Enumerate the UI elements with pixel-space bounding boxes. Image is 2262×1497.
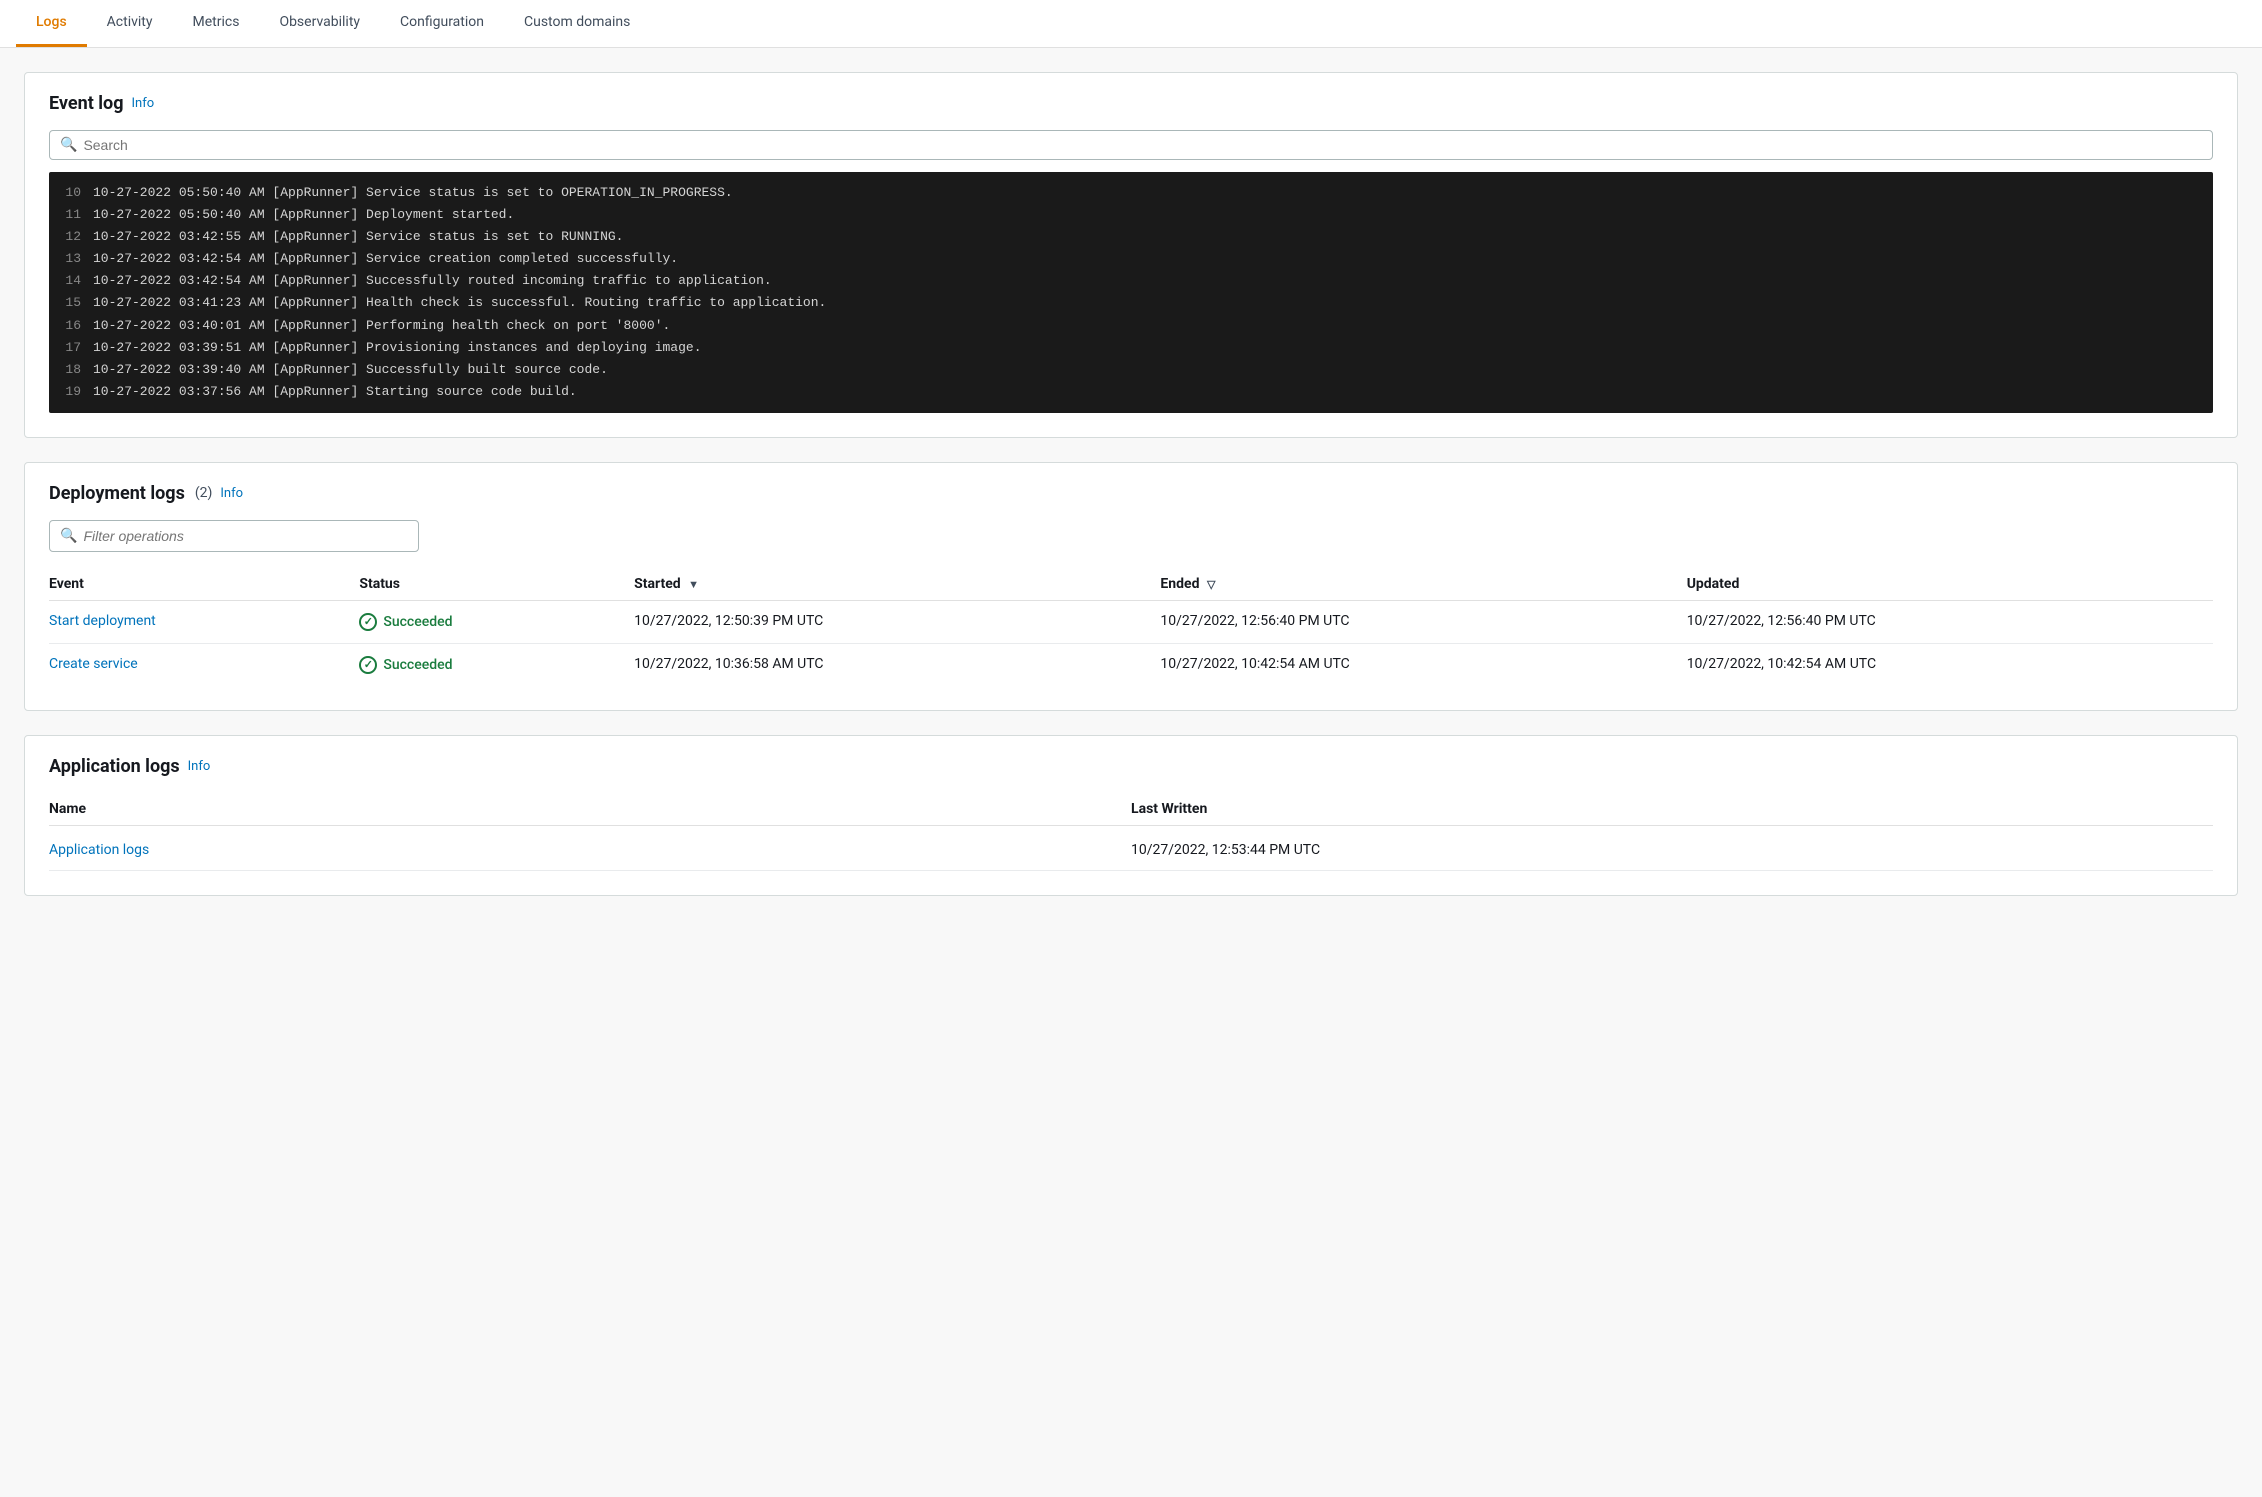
table-header-row: Event Status Started ▼ Ended ▽ Updated (49, 568, 2213, 601)
cell-updated: 10/27/2022, 12:56:40 PM UTC (1687, 600, 2213, 643)
event-log-info-link[interactable]: Info (131, 96, 154, 111)
col-header-updated: Updated (1687, 568, 2213, 601)
col-header-status: Status (359, 568, 634, 601)
log-line: 17 10-27-2022 03:39:51 AM [AppRunner] Pr… (61, 337, 2201, 359)
log-line: 15 10-27-2022 03:41:23 AM [AppRunner] He… (61, 292, 2201, 314)
app-log-row: Application logs 10/27/2022, 12:53:44 PM… (49, 830, 2213, 871)
tab-bar: Logs Activity Metrics Observability Conf… (0, 0, 2262, 48)
log-line: 19 10-27-2022 03:37:56 AM [AppRunner] St… (61, 381, 2201, 403)
app-log-name: Application logs (49, 842, 1131, 858)
sort-descending-icon: ▼ (688, 578, 699, 591)
cell-event: Start deployment (49, 600, 359, 643)
status-succeeded-badge: ✓ Succeeded (359, 656, 622, 674)
deployment-logs-count: (2) (195, 485, 213, 501)
log-line: 10 10-27-2022 05:50:40 AM [AppRunner] Se… (61, 182, 2201, 204)
deployment-logs-table: Event Status Started ▼ Ended ▽ Updated (49, 568, 2213, 686)
cell-status: ✓ Succeeded (359, 600, 634, 643)
sort-icon-ended: ▽ (1207, 578, 1215, 591)
col-header-ended[interactable]: Ended ▽ (1160, 568, 1686, 601)
cell-status: ✓ Succeeded (359, 643, 634, 686)
application-logs-title: Application logs (49, 756, 180, 777)
application-logs-link[interactable]: Application logs (49, 842, 149, 858)
filter-search-icon: 🔍 (60, 528, 77, 544)
cell-started: 10/27/2022, 10:36:58 AM UTC (634, 643, 1160, 686)
deployment-logs-filter-input[interactable] (83, 528, 408, 544)
tab-metrics[interactable]: Metrics (173, 0, 260, 47)
cell-event: Create service (49, 643, 359, 686)
event-log-title: Event log (49, 93, 123, 114)
event-log-search-bar: 🔍 (49, 130, 2213, 160)
log-line: 12 10-27-2022 03:42:55 AM [AppRunner] Se… (61, 226, 2201, 248)
cell-ended: 10/27/2022, 12:56:40 PM UTC (1160, 600, 1686, 643)
tab-activity[interactable]: Activity (87, 0, 173, 47)
succeeded-icon: ✓ (359, 613, 377, 631)
log-line: 14 10-27-2022 03:42:54 AM [AppRunner] Su… (61, 270, 2201, 292)
deployment-logs-title: Deployment logs (49, 483, 185, 504)
main-content: Event log Info 🔍 10 10-27-2022 05:50:40 … (0, 48, 2262, 944)
create-service-link[interactable]: Create service (49, 656, 138, 672)
cell-updated: 10/27/2022, 10:42:54 AM UTC (1687, 643, 2213, 686)
status-label: Succeeded (383, 657, 452, 673)
event-log-search-input[interactable] (83, 137, 2202, 153)
start-deployment-link[interactable]: Start deployment (49, 613, 156, 629)
log-line: 13 10-27-2022 03:42:54 AM [AppRunner] Se… (61, 248, 2201, 270)
succeeded-icon: ✓ (359, 656, 377, 674)
status-label: Succeeded (383, 614, 452, 630)
deployment-logs-filter-bar: 🔍 (49, 520, 419, 552)
table-row: Start deployment ✓ Succeeded 10/27/2022,… (49, 600, 2213, 643)
tab-configuration[interactable]: Configuration (380, 0, 504, 47)
col-header-started[interactable]: Started ▼ (634, 568, 1160, 601)
application-logs-info-link[interactable]: Info (188, 759, 211, 774)
application-logs-section: Application logs Info Name Last Written … (24, 735, 2238, 896)
event-log-section: Event log Info 🔍 10 10-27-2022 05:50:40 … (24, 72, 2238, 438)
app-log-last-written: 10/27/2022, 12:53:44 PM UTC (1131, 842, 2213, 858)
log-line: 11 10-27-2022 05:50:40 AM [AppRunner] De… (61, 204, 2201, 226)
col-header-event: Event (49, 568, 359, 601)
tab-logs[interactable]: Logs (16, 0, 87, 47)
cell-ended: 10/27/2022, 10:42:54 AM UTC (1160, 643, 1686, 686)
app-log-col-name: Name (49, 801, 1131, 817)
status-succeeded-badge: ✓ Succeeded (359, 613, 622, 631)
search-icon: 🔍 (60, 137, 77, 153)
log-line: 16 10-27-2022 03:40:01 AM [AppRunner] Pe… (61, 315, 2201, 337)
app-log-header: Name Last Written (49, 793, 2213, 826)
app-log-col-written: Last Written (1131, 801, 2213, 817)
log-terminal: 10 10-27-2022 05:50:40 AM [AppRunner] Se… (49, 172, 2213, 413)
tab-observability[interactable]: Observability (259, 0, 380, 47)
deployment-logs-section: Deployment logs (2) Info 🔍 Event Status … (24, 462, 2238, 711)
tab-custom-domains[interactable]: Custom domains (504, 0, 650, 47)
cell-started: 10/27/2022, 12:50:39 PM UTC (634, 600, 1160, 643)
col-header-started-label: Started (634, 576, 681, 592)
deployment-logs-header: Deployment logs (2) Info (49, 483, 2213, 504)
deployment-logs-info-link[interactable]: Info (220, 486, 243, 501)
table-row: Create service ✓ Succeeded 10/27/2022, 1… (49, 643, 2213, 686)
event-log-header: Event log Info (49, 93, 2213, 114)
log-line: 18 10-27-2022 03:39:40 AM [AppRunner] Su… (61, 359, 2201, 381)
col-header-ended-label: Ended (1160, 576, 1199, 592)
application-logs-header: Application logs Info (49, 756, 2213, 777)
